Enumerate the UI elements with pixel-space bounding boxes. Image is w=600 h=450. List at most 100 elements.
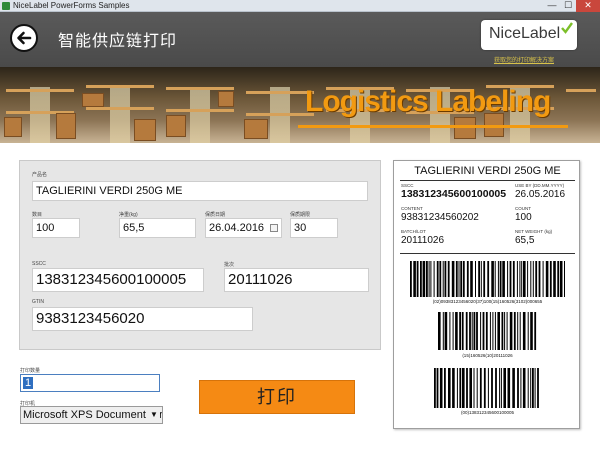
barcode-bar (452, 368, 455, 408)
barcode-bar (516, 261, 518, 297)
barcode-bar (499, 368, 501, 408)
gtin-label: GTIN (32, 299, 44, 305)
weight-input[interactable]: 65,5 (119, 218, 196, 238)
barcode-bar (473, 312, 476, 350)
maximize-button[interactable]: ☐ (560, 0, 576, 12)
barcode-bar (444, 261, 447, 297)
barcode-bar (519, 261, 521, 297)
barcode-bar (455, 261, 458, 297)
barcode-bar (442, 312, 444, 350)
barcode-bar (506, 312, 508, 350)
barcode-bar (527, 368, 529, 408)
barcode-bar (489, 312, 491, 350)
barcode-bar (451, 261, 455, 297)
label-weight-caption: NET WEIGHT (kg) (515, 229, 553, 234)
barcode-bar (532, 368, 534, 408)
barcode-bar (420, 261, 422, 297)
warehouse-photo (560, 67, 600, 143)
barcode-bar (466, 261, 469, 297)
batch-input[interactable]: 20111026 (224, 268, 369, 292)
days-input[interactable]: 30 (290, 218, 338, 238)
barcode-bar (416, 261, 419, 297)
barcode-bar (519, 312, 521, 350)
barcode-bar (500, 368, 502, 408)
barcode-bar (559, 261, 563, 297)
barcode-bar (507, 261, 509, 297)
label-useby-caption: USE BY (DD.MM.YYYY) (515, 183, 565, 188)
date-picker[interactable]: 26.04.2016 (205, 218, 282, 238)
barcode-bar (538, 261, 541, 297)
days-label: 保质期限 (290, 212, 311, 218)
barcode-bar (413, 261, 416, 297)
barcode-bar (502, 261, 505, 297)
barcode-bar (447, 261, 450, 297)
barcode-3-text: (00)138312345600100005 (460, 410, 515, 415)
nicelabel-logo[interactable]: NiceLabel (481, 20, 577, 50)
barcode-bar (553, 261, 556, 297)
barcode-bar (476, 312, 478, 350)
barcode-bar (430, 261, 432, 297)
print-button[interactable]: 打印 (199, 380, 355, 414)
product-name-label: 产品名 (32, 172, 48, 178)
barcode-bar (480, 261, 482, 297)
barcode-gs1-128 (410, 261, 565, 297)
barcode-2-text: (15)160526(10)20111026 (462, 353, 513, 358)
barcode-bar (530, 261, 532, 297)
barcode-bar (475, 261, 476, 297)
barcode-bar (466, 368, 468, 408)
logo-link[interactable]: 获取您的打印解决方案 (469, 55, 579, 64)
calendar-icon[interactable] (270, 224, 278, 232)
barcode-bar (534, 368, 536, 408)
printer-select[interactable]: Microsoft XPS Document Writer ▼ (20, 406, 163, 424)
barcode-bar (476, 368, 478, 408)
sscc-input[interactable]: 138312345600100005 (32, 268, 204, 292)
barcode-bar (557, 261, 560, 297)
label-divider (400, 253, 575, 254)
barcode-bar (478, 261, 480, 297)
back-button[interactable] (10, 24, 38, 52)
batch-label: 批次 (224, 262, 235, 268)
barcode-bar (482, 312, 485, 350)
barcode-bar (444, 312, 448, 350)
product-name-input[interactable]: TAGLIERINI VERDI 250G ME (32, 181, 368, 201)
label-sscc-value: 138312345600100005 (401, 188, 507, 200)
label-batch-caption: BATCH/LOT (401, 229, 426, 234)
barcode-bar (438, 312, 441, 350)
label-content-value: 93831234560202 (401, 212, 479, 223)
label-weight-value: 65,5 (515, 235, 535, 246)
barcode-bar (410, 261, 412, 297)
barcode-bar (497, 261, 499, 297)
barcode-bar (545, 261, 549, 297)
barcode-bar (522, 368, 526, 408)
back-arrow-icon (17, 31, 32, 45)
barcode-bar (434, 368, 436, 408)
barcode-sscc (434, 368, 539, 408)
barcode-bar (473, 368, 475, 408)
barcode-bar (501, 312, 504, 350)
barcode-bar (456, 368, 458, 408)
weight-label: 净重(kg) (119, 212, 138, 218)
quantity-input[interactable]: 1 (20, 374, 160, 392)
window-buttons: — ☐ ✕ (544, 0, 600, 12)
barcode-bar (497, 312, 500, 350)
barcode-bar (549, 261, 552, 297)
barcode-bar (507, 368, 511, 408)
app-icon (2, 2, 10, 10)
barcode-bar (459, 368, 462, 408)
barcode-bar (465, 312, 468, 350)
minimize-button[interactable]: — (544, 0, 560, 12)
barcode-bar (494, 261, 496, 297)
barcode-bar (512, 261, 515, 297)
warehouse-photo (0, 67, 80, 143)
barcode-bar (448, 368, 451, 408)
count-input[interactable]: 100 (32, 218, 80, 238)
barcode-bar (462, 261, 465, 297)
app-header: 智能供应链打印 NiceLabel 获取您的打印解决方案 (0, 12, 600, 67)
barcode-bar (517, 312, 519, 350)
barcode-bar (444, 368, 446, 408)
barcode-bar (470, 261, 473, 297)
barcode-bar (452, 312, 454, 350)
label-batch-value: 20111026 (401, 235, 445, 246)
close-button[interactable]: ✕ (576, 0, 600, 12)
gtin-input[interactable]: 9383123456020 (32, 307, 253, 331)
